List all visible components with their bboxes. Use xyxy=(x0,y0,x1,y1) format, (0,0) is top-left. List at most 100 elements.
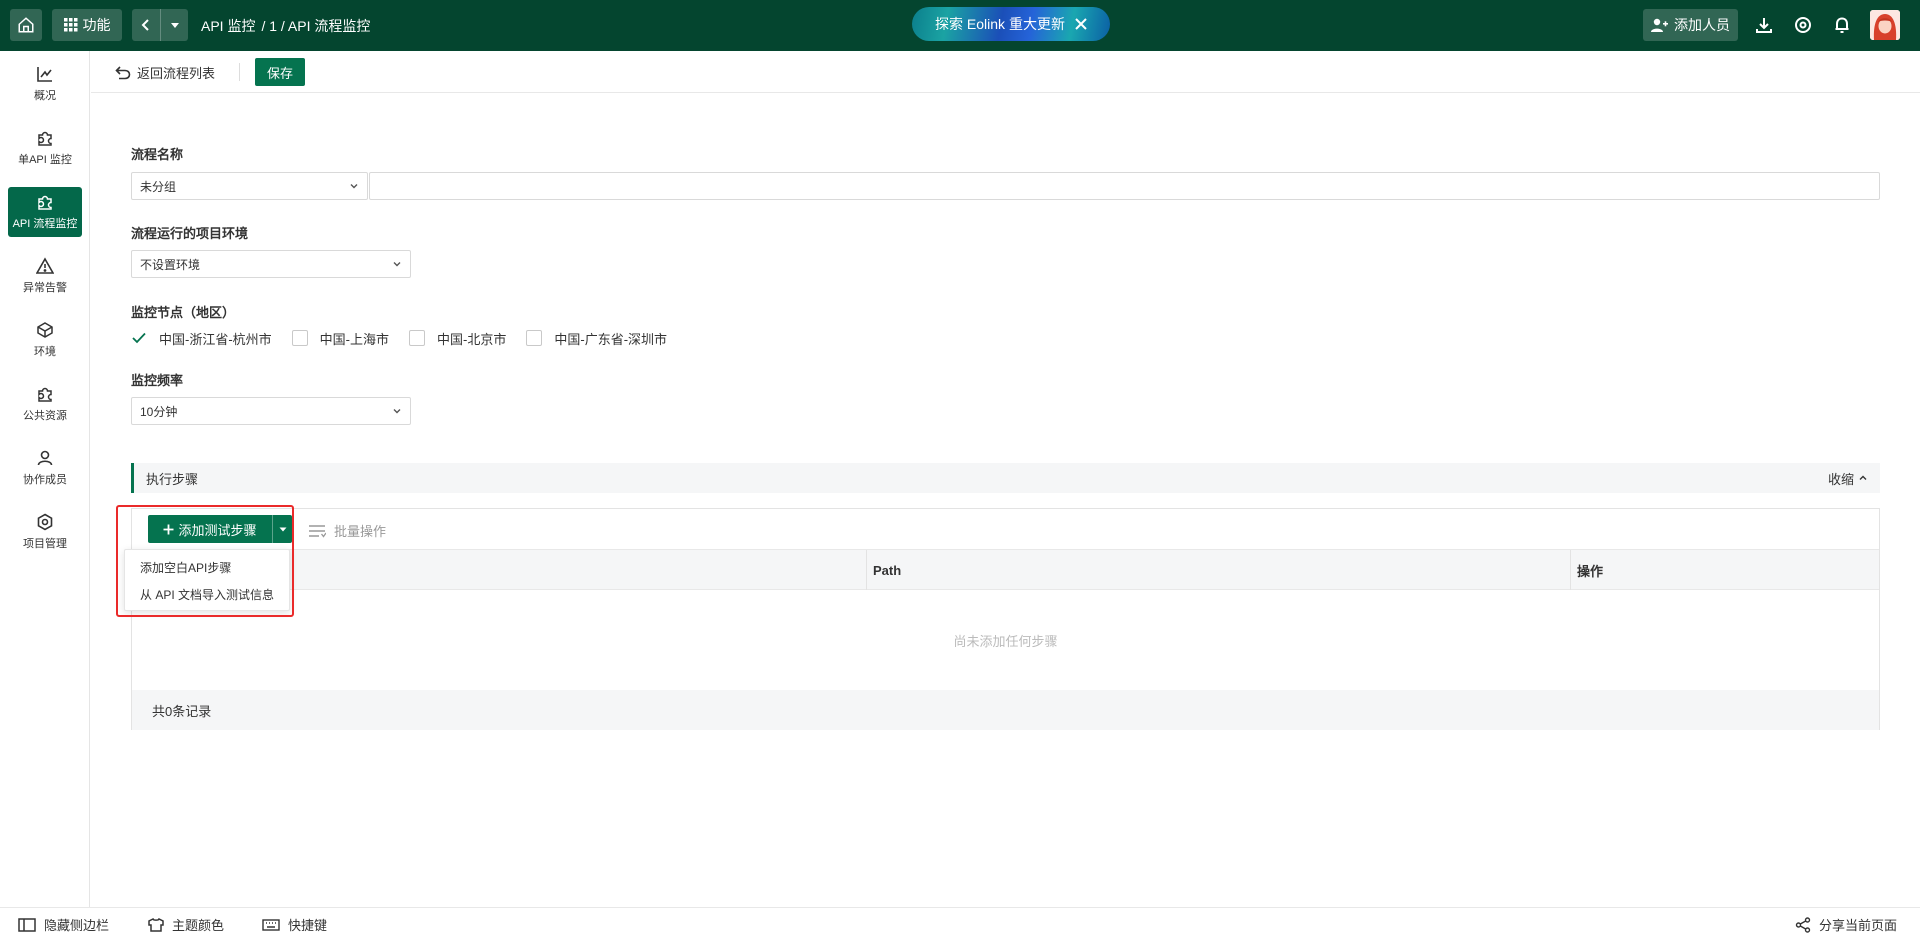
sidebar-item-label: 公共资源 xyxy=(23,410,67,422)
collapse-label: 收缩 xyxy=(1827,471,1854,487)
batch-operation-label: 批量操作 xyxy=(334,524,387,539)
sidebar-item-members[interactable]: 协作成员 xyxy=(8,443,82,493)
puzzle-icon xyxy=(38,387,52,402)
chevron-down-icon xyxy=(350,184,358,189)
close-icon[interactable] xyxy=(1075,18,1087,30)
node-checkbox-hangzhou[interactable]: 中国-浙江省-杭州市 xyxy=(131,329,272,348)
add-member-button[interactable]: 添加人员 xyxy=(1643,9,1738,41)
menu-item-import-from-api-doc[interactable]: 从 API 文档导入测试信息 xyxy=(125,581,289,608)
notification-button[interactable] xyxy=(1830,13,1854,37)
checkbox-unchecked[interactable] xyxy=(291,330,308,346)
flow-name-input[interactable] xyxy=(369,172,1880,200)
nav-history xyxy=(132,9,188,41)
back-to-list-label: 返回流程列表 xyxy=(137,66,216,81)
help-icon xyxy=(1795,17,1811,33)
collapse-toggle[interactable]: 收缩 xyxy=(1828,469,1868,488)
sidebar-item-public-resources[interactable]: 公共资源 xyxy=(8,379,82,429)
download-button[interactable] xyxy=(1752,13,1776,37)
shirt-icon xyxy=(148,917,164,932)
node-checkbox-beijing[interactable]: 中国-北京市 xyxy=(409,329,506,348)
help-button[interactable] xyxy=(1791,13,1815,37)
add-step-dropdown-menu: 添加空白API步骤 从 API 文档导入测试信息 xyxy=(124,549,290,611)
function-menu-button[interactable]: 功能 xyxy=(52,9,122,41)
sidebar-item-label: 项目管理 xyxy=(23,538,67,550)
frequency-select[interactable]: 10分钟 xyxy=(131,397,411,425)
breadcrumb: API 监控 / 1 / API 流程监控 xyxy=(201,16,370,36)
keyboard-icon xyxy=(262,918,280,931)
node-label: 中国-广东省-深圳市 xyxy=(554,331,668,347)
sidebar-item-single-api[interactable]: 单API 监控 xyxy=(8,123,82,173)
gear-icon xyxy=(37,513,53,531)
nodes-label: 监控节点（地区） xyxy=(131,305,236,320)
save-button[interactable]: 保存 xyxy=(255,58,305,86)
node-checkbox-shenzhen[interactable]: 中国-广东省-深圳市 xyxy=(526,329,667,348)
chevron-left-icon xyxy=(141,19,149,31)
env-select-value: 不设置环境 xyxy=(140,257,201,272)
theme-color-button[interactable]: 主题颜色 xyxy=(148,915,224,934)
add-test-step-button[interactable]: 添加测试步骤 xyxy=(148,515,272,543)
share-page-label: 分享当前页面 xyxy=(1819,918,1898,933)
env-label: 流程运行的项目环境 xyxy=(131,226,249,241)
chevron-down-icon xyxy=(393,262,401,267)
add-member-label: 添加人员 xyxy=(1674,17,1730,33)
steps-title: 执行步骤 xyxy=(146,471,199,487)
hide-sidebar-label: 隐藏侧边栏 xyxy=(44,918,110,933)
node-label: 中国-浙江省-杭州市 xyxy=(159,331,272,347)
env-select[interactable]: 不设置环境 xyxy=(131,250,411,278)
node-checkbox-shanghai[interactable]: 中国-上海市 xyxy=(291,329,389,348)
frequency-select-value: 10分钟 xyxy=(140,404,178,419)
steps-section-header: 执行步骤 收缩 xyxy=(131,463,1880,493)
checkbox-checked[interactable] xyxy=(131,330,147,346)
shortcuts-label: 快捷键 xyxy=(288,918,328,933)
avatar[interactable] xyxy=(1870,10,1900,40)
batch-operation-button[interactable]: 批量操作 xyxy=(308,521,386,540)
shortcuts-button[interactable]: 快捷键 xyxy=(262,915,327,934)
frequency-label: 监控频率 xyxy=(131,373,184,388)
sidebar-item-overview[interactable]: 概况 xyxy=(8,59,82,109)
warning-icon xyxy=(36,257,54,274)
sidebar-item-environment[interactable]: 环境 xyxy=(8,315,82,365)
sidebar-item-alerts[interactable]: 异常告警 xyxy=(8,251,82,301)
sidebar-item-label: 环境 xyxy=(34,346,56,358)
toolbar-divider xyxy=(239,63,240,81)
left-sidebar: 概况 单API 监控 API 流程监控 异常告警 环境 公共资源 协作成员 项目… xyxy=(0,51,90,907)
chevron-up-icon xyxy=(1859,475,1867,480)
sidebar-item-project-management[interactable]: 项目管理 xyxy=(8,507,82,557)
caret-down-icon xyxy=(279,527,286,532)
checkbox-unchecked[interactable] xyxy=(526,330,543,346)
plus-icon xyxy=(163,524,174,534)
sidebar-item-label: 概况 xyxy=(34,90,56,102)
history-dropdown-button[interactable] xyxy=(160,9,188,41)
home-button[interactable] xyxy=(10,9,42,41)
sidebar-item-label: 协作成员 xyxy=(23,474,67,486)
bell-icon xyxy=(1835,17,1849,33)
update-news-banner[interactable]: 探索 Eolink 重大更新 xyxy=(912,7,1110,41)
bottom-bar: 隐藏侧边栏 主题颜色 快捷键 分享当前页面 xyxy=(0,907,1920,937)
back-to-list-link[interactable]: 返回流程列表 xyxy=(115,63,215,82)
puzzle-icon xyxy=(38,131,52,146)
function-menu-label: 功能 xyxy=(82,17,111,33)
group-select[interactable]: 未分组 xyxy=(131,172,368,200)
back-button[interactable] xyxy=(132,9,160,41)
add-test-step-dropdown-toggle[interactable] xyxy=(272,515,292,543)
share-page-button[interactable]: 分享当前页面 xyxy=(1795,915,1897,934)
sidebar-item-label: 单API 监控 xyxy=(18,154,72,166)
return-icon xyxy=(115,65,131,79)
puzzle-icon xyxy=(38,195,52,210)
menu-item-add-blank-api-step[interactable]: 添加空白API步骤 xyxy=(125,554,289,581)
checkbox-unchecked[interactable] xyxy=(409,330,426,346)
page-toolbar: 返回流程列表 保存 xyxy=(91,51,1920,93)
breadcrumb-item-api-monitor[interactable]: API 监控 xyxy=(201,16,255,36)
hide-sidebar-button[interactable]: 隐藏侧边栏 xyxy=(18,915,109,934)
user-icon xyxy=(37,450,53,466)
steps-table-panel: 添加测试步骤 批量操作 Path 操作 尚未添加任何步骤 共0条记录 xyxy=(131,508,1880,730)
avatar-icon xyxy=(1870,10,1900,40)
check-icon xyxy=(132,332,146,344)
cube-icon xyxy=(37,322,53,338)
add-user-icon xyxy=(1651,18,1668,32)
caret-down-icon xyxy=(170,23,179,28)
sidebar-item-api-flow[interactable]: API 流程监控 xyxy=(8,187,82,237)
theme-color-label: 主题颜色 xyxy=(172,918,225,933)
breadcrumb-item-current: / 1 / API 流程监控 xyxy=(261,18,371,34)
add-test-step-label: 添加测试步骤 xyxy=(178,522,257,538)
